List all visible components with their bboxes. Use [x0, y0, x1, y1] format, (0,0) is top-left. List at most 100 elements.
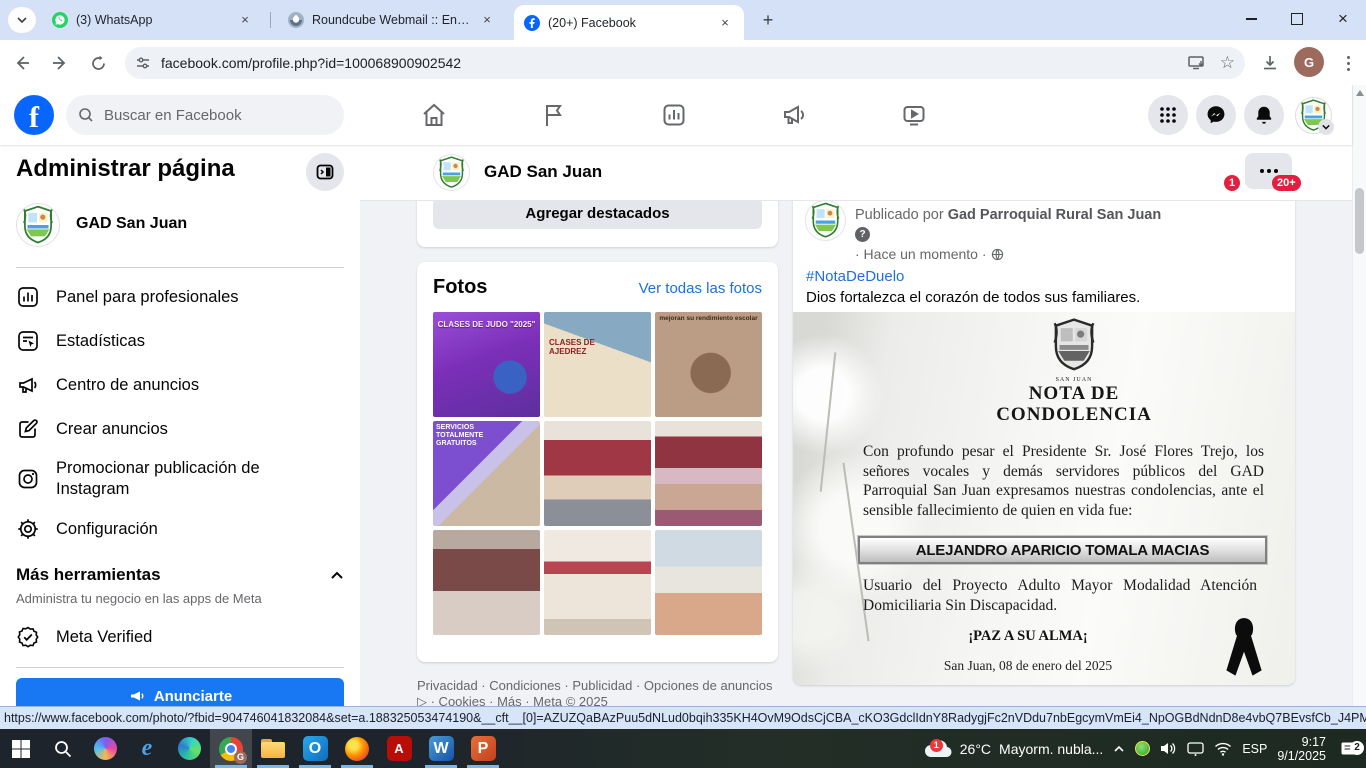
whatsapp-icon: [52, 12, 68, 28]
sidebar-item-crear-anuncios[interactable]: Crear anuncios: [0, 407, 360, 451]
browser-menu-button[interactable]: [1334, 49, 1362, 77]
install-icon[interactable]: [1188, 55, 1206, 71]
notifications-badge: 20+: [1272, 175, 1301, 191]
sidebar-item-panel-profesionales[interactable]: Panel para profesionales: [0, 275, 360, 319]
sidebar-item-configuracion[interactable]: Configuración: [0, 507, 360, 551]
video-watch-icon[interactable]: [900, 101, 928, 129]
page-bar-avatar[interactable]: [433, 154, 470, 191]
tab-whatsapp[interactable]: (3) WhatsApp ×: [42, 0, 264, 40]
sidebar-item-estadisticas[interactable]: Estadísticas: [0, 319, 360, 363]
messenger-button[interactable]: [1196, 95, 1236, 135]
tab-close-icon[interactable]: ×: [236, 11, 254, 29]
add-featured-button[interactable]: Agregar destacados: [433, 198, 762, 229]
facebook-search[interactable]: [66, 95, 344, 135]
start-button[interactable]: [0, 729, 42, 768]
wifi-icon[interactable]: [1214, 742, 1232, 756]
page-scrollbar[interactable]: [1352, 85, 1366, 706]
photo-tile-chess-benefits-poster[interactable]: mejoran su rendimiento escolar: [655, 312, 762, 417]
photo-tile-event[interactable]: [655, 421, 762, 526]
copilot-icon[interactable]: [84, 729, 126, 768]
antivirus-tray-icon[interactable]: [1135, 741, 1150, 756]
taskbar-search-button[interactable]: [42, 729, 84, 768]
language-indicator[interactable]: ESP: [1242, 742, 1267, 756]
tab-facebook-active[interactable]: (20+) Facebook ×: [514, 5, 744, 40]
condolence-note-image[interactable]: SAN JUAN NOTA DE CONDOLENCIA Con profund…: [793, 312, 1295, 685]
display-cast-icon[interactable]: [1187, 742, 1204, 756]
sidebar-item-meta-verified[interactable]: Meta Verified: [0, 615, 360, 659]
edge-icon[interactable]: [168, 729, 210, 768]
footer-line-2[interactable]: ▷ · Cookies · Más · Meta © 2025: [417, 694, 782, 706]
site-settings-icon[interactable]: [135, 55, 151, 71]
sidebar-page-avatar[interactable]: [16, 203, 60, 247]
photo-tile-chess-poster[interactable]: CLASES DE AJEDREZ: [544, 312, 651, 417]
tab-title: (3) WhatsApp: [76, 13, 228, 27]
footer-line-1[interactable]: Privacidad · Condiciones · Publicidad · …: [417, 678, 782, 694]
publisher-name[interactable]: Gad Parroquial Rural San Juan: [948, 207, 1162, 223]
internet-explorer-icon[interactable]: e: [126, 729, 168, 768]
bookmark-star-icon[interactable]: ☆: [1220, 53, 1235, 73]
chevron-up-icon[interactable]: [330, 569, 344, 588]
url-text[interactable]: facebook.com/profile.php?id=100068900902…: [161, 55, 1188, 71]
new-tab-button[interactable]: +: [758, 10, 778, 30]
more-tools-title[interactable]: Más herramientas: [16, 565, 161, 585]
scroll-up-arrow[interactable]: [1356, 90, 1364, 96]
window-close-button[interactable]: ×: [1320, 0, 1366, 38]
ad-center-megaphone-icon[interactable]: [780, 101, 808, 129]
sidebar-item-promocionar-instagram[interactable]: Promocionar publicación de Instagram: [0, 451, 360, 507]
apps-menu-button[interactable]: [1148, 95, 1188, 135]
tab-close-icon[interactable]: ×: [478, 11, 496, 29]
forward-button[interactable]: [46, 49, 74, 77]
photo-tile-event[interactable]: [433, 530, 540, 635]
tab-close-icon[interactable]: ×: [716, 14, 734, 32]
notifications-button[interactable]: [1244, 95, 1284, 135]
browser-status-bar: https://www.facebook.com/photo/?fbid=904…: [0, 706, 1366, 729]
post-hashtag-link[interactable]: #NotaDeDuelo: [806, 268, 904, 285]
address-bar[interactable]: facebook.com/profile.php?id=100068900902…: [125, 47, 1245, 79]
file-explorer-icon[interactable]: [252, 729, 294, 768]
home-icon[interactable]: [420, 101, 448, 129]
sidebar-collapse-button[interactable]: [306, 153, 344, 191]
firefox-icon[interactable]: [336, 729, 378, 768]
window-minimize-button[interactable]: [1228, 0, 1274, 38]
browser-profile-avatar[interactable]: G: [1294, 47, 1324, 77]
weather-widget[interactable]: 1 26°C Mayorm. nubla...: [922, 737, 1104, 761]
photo-tile-event[interactable]: [544, 421, 651, 526]
footer-links[interactable]: Privacidad · Condiciones · Publicidad · …: [417, 678, 782, 706]
sidebar-item-centro-anuncios[interactable]: Centro de anuncios: [0, 363, 360, 407]
acrobat-icon[interactable]: A: [378, 729, 420, 768]
advertise-button[interactable]: Anunciarte: [16, 678, 344, 706]
powerpoint-icon[interactable]: P: [462, 729, 504, 768]
outlook-icon[interactable]: O: [294, 729, 336, 768]
profile-chevron-icon[interactable]: [1318, 119, 1334, 135]
photo-tile-free-services-poster[interactable]: SERVICIOS TOTALMENTE GRATUITOS: [433, 421, 540, 526]
pages-flag-icon[interactable]: [540, 101, 568, 129]
tab-roundcube[interactable]: Roundcube Webmail :: Entrada ×: [278, 0, 506, 40]
post-timestamp[interactable]: · Hace un momento ·: [855, 246, 1004, 262]
tab-search-button[interactable]: [8, 7, 36, 33]
downloads-button[interactable]: [1256, 49, 1284, 77]
sidebar-page-name[interactable]: GAD San Juan: [76, 215, 187, 233]
reload-button[interactable]: [84, 49, 112, 77]
chrome-icon-active[interactable]: G: [210, 729, 252, 768]
question-badge-icon[interactable]: ?: [855, 227, 870, 242]
tray-chevron-up-icon[interactable]: [1113, 743, 1125, 755]
word-icon[interactable]: W: [420, 729, 462, 768]
notification-center-icon[interactable]: 2: [1340, 741, 1358, 757]
photo-tile-event[interactable]: [655, 530, 762, 635]
post-avatar[interactable]: [805, 200, 846, 241]
taskbar-clock[interactable]: 9:17 9/1/2025: [1277, 735, 1326, 763]
page-bar-name[interactable]: GAD San Juan: [484, 162, 602, 182]
photo-tile-judo-poster[interactable]: CLASES DE JUDO "2025": [433, 312, 540, 417]
post-publisher-line[interactable]: Publicado por Gad Parroquial Rural San J…: [855, 207, 1161, 223]
window-maximize-button[interactable]: [1274, 0, 1320, 38]
see-all-photos-link[interactable]: Ver todas las fotos: [639, 280, 762, 297]
poster-text: mejoran su rendimiento escolar: [658, 315, 759, 322]
photo-tile-event[interactable]: [544, 530, 651, 635]
sidebar-item-label: Centro de anuncios: [56, 375, 199, 396]
facebook-logo[interactable]: f: [14, 95, 54, 135]
insights-chart-icon[interactable]: [660, 101, 688, 129]
back-button[interactable]: [8, 49, 36, 77]
search-input[interactable]: [102, 106, 306, 125]
scrollbar-thumb[interactable]: [1355, 188, 1364, 254]
volume-icon[interactable]: [1160, 741, 1177, 756]
